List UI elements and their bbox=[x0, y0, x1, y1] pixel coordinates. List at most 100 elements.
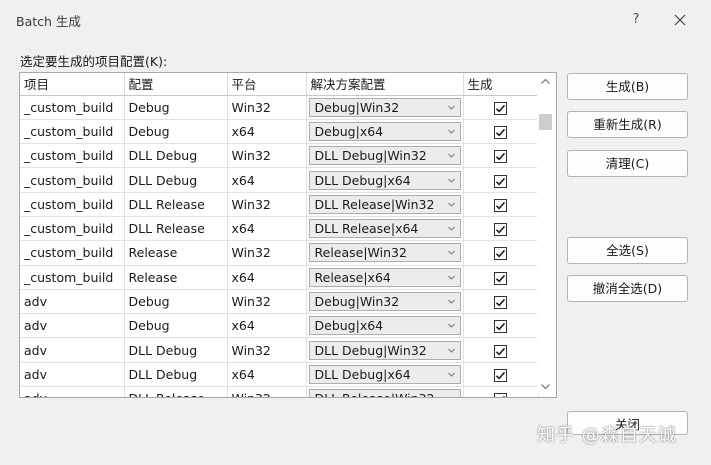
build-cell bbox=[463, 265, 539, 290]
solution-config-cell: Debug|x64 bbox=[306, 313, 464, 339]
solution-config-dropdown[interactable]: DLL Debug|Win32 bbox=[308, 340, 461, 360]
build-cell bbox=[463, 313, 539, 339]
select-all-button[interactable]: 全选(S) bbox=[567, 237, 688, 264]
header-row: 项目 配置 平台 解决方案配置 生成 bbox=[20, 73, 539, 96]
table-row[interactable]: _custom_build Release Win32 Release|Win32 bbox=[20, 240, 539, 266]
solution-config-dropdown[interactable]: DLL Release|x64 bbox=[308, 219, 461, 239]
solution-config-cell: DLL Release|Win32 bbox=[306, 192, 464, 217]
solution-config-dropdown[interactable]: Release|x64 bbox=[308, 267, 461, 287]
build-cell bbox=[463, 240, 539, 266]
column-header-project[interactable]: 项目 bbox=[20, 73, 125, 96]
column-header-build[interactable]: 生成 bbox=[463, 73, 539, 96]
config-cell: DLL Debug bbox=[124, 337, 228, 363]
solution-config-value: DLL Release|Win32 bbox=[315, 391, 435, 397]
chevron-down-icon[interactable] bbox=[447, 220, 456, 237]
solution-config-dropdown[interactable]: DLL Debug|Win32 bbox=[308, 146, 461, 166]
chevron-down-icon[interactable] bbox=[447, 244, 456, 261]
chevron-down-icon[interactable] bbox=[447, 342, 456, 359]
table-row[interactable]: _custom_build Debug Win32 Debug|Win32 bbox=[20, 95, 539, 120]
build-cell bbox=[463, 119, 539, 145]
solution-config-cell: Release|Win32 bbox=[306, 240, 464, 266]
config-cell: Debug bbox=[124, 313, 228, 339]
solution-config-dropdown[interactable]: DLL Release|Win32 bbox=[308, 389, 461, 397]
rebuild-button[interactable]: 重新生成(R) bbox=[567, 111, 688, 138]
build-checkbox[interactable] bbox=[494, 296, 507, 310]
platform-cell: x64 bbox=[227, 119, 307, 145]
solution-config-dropdown[interactable]: Debug|Win32 bbox=[308, 292, 461, 312]
solution-config-value: DLL Debug|x64 bbox=[314, 366, 411, 382]
build-checkbox[interactable] bbox=[494, 247, 507, 261]
solution-config-value: DLL Release|x64 bbox=[314, 221, 419, 237]
build-checkbox[interactable] bbox=[494, 223, 507, 237]
table-row[interactable]: adv DLL Debug Win32 DLL Debug|Win32 bbox=[20, 337, 539, 363]
build-checkbox[interactable] bbox=[494, 150, 507, 164]
table-row[interactable]: _custom_build Release x64 Release|x64 bbox=[20, 265, 539, 290]
build-checkbox[interactable] bbox=[494, 125, 507, 139]
chevron-down-icon[interactable] bbox=[447, 147, 456, 164]
help-button[interactable]: ? bbox=[626, 10, 646, 30]
table-row[interactable]: _custom_build Debug x64 Debug|x64 bbox=[20, 119, 539, 145]
platform-cell: Win32 bbox=[227, 289, 307, 315]
build-checkbox[interactable] bbox=[494, 101, 507, 115]
solution-config-cell: Debug|Win32 bbox=[306, 289, 464, 315]
table-row[interactable]: adv Debug x64 Debug|x64 bbox=[20, 313, 539, 339]
build-checkbox[interactable] bbox=[494, 393, 507, 397]
chevron-down-icon[interactable] bbox=[447, 390, 456, 397]
build-checkbox[interactable] bbox=[494, 344, 507, 358]
chevron-down-icon[interactable] bbox=[447, 317, 456, 334]
scroll-up-icon[interactable] bbox=[537, 73, 554, 90]
config-cell: Debug bbox=[124, 119, 228, 145]
solution-config-dropdown[interactable]: Debug|x64 bbox=[308, 121, 461, 141]
build-checkbox[interactable] bbox=[494, 320, 507, 334]
chevron-down-icon[interactable] bbox=[447, 123, 456, 140]
close-icon[interactable] bbox=[670, 10, 690, 30]
column-header-platform[interactable]: 平台 bbox=[227, 73, 307, 96]
build-checkbox[interactable] bbox=[494, 271, 507, 285]
build-checkbox[interactable] bbox=[494, 174, 507, 188]
table-row[interactable]: _custom_build DLL Debug Win32 DLL Debug|Win… bbox=[20, 143, 539, 169]
build-cell bbox=[463, 167, 539, 193]
solution-config-dropdown[interactable]: Release|Win32 bbox=[308, 243, 461, 263]
solution-config-dropdown[interactable]: Debug|Win32 bbox=[308, 97, 461, 117]
scroll-thumb[interactable] bbox=[539, 114, 552, 130]
solution-config-dropdown[interactable]: DLL Debug|x64 bbox=[308, 170, 461, 190]
chevron-down-icon[interactable] bbox=[447, 366, 456, 383]
config-cell: DLL Release bbox=[124, 386, 228, 397]
config-cell: DLL Debug bbox=[124, 362, 228, 388]
solution-config-value: Debug|x64 bbox=[314, 123, 384, 139]
table-row[interactable]: _custom_build DLL Release x64 DLL Release|x… bbox=[20, 216, 539, 242]
build-checkbox[interactable] bbox=[494, 198, 507, 212]
platform-cell: Win32 bbox=[227, 192, 307, 217]
title-bar: Batch 生成 ? bbox=[0, 0, 711, 38]
vertical-scrollbar[interactable] bbox=[537, 73, 554, 395]
clean-button[interactable]: 清理(C) bbox=[567, 150, 688, 177]
chevron-down-icon[interactable] bbox=[447, 172, 456, 189]
solution-config-dropdown[interactable]: Debug|x64 bbox=[308, 316, 461, 336]
scroll-down-icon[interactable] bbox=[537, 378, 554, 395]
column-header-solution-config[interactable]: 解决方案配置 bbox=[306, 73, 464, 96]
solution-config-value: Debug|x64 bbox=[314, 318, 384, 334]
solution-config-dropdown[interactable]: DLL Release|Win32 bbox=[308, 194, 461, 214]
build-cell bbox=[463, 362, 539, 388]
solution-config-value: Debug|Win32 bbox=[314, 99, 400, 115]
project-cell: _custom_build bbox=[20, 265, 125, 290]
build-checkbox[interactable] bbox=[494, 368, 507, 382]
chevron-down-icon[interactable] bbox=[447, 293, 456, 310]
platform-cell: Win32 bbox=[227, 95, 307, 120]
build-button[interactable]: 生成(B) bbox=[567, 73, 688, 100]
chevron-down-icon[interactable] bbox=[447, 269, 456, 286]
table-row[interactable]: advDLL ReleaseWin32 DLL Release|Win32 bbox=[20, 386, 539, 397]
chevron-down-icon[interactable] bbox=[447, 99, 456, 116]
solution-config-cell: Debug|x64 bbox=[306, 119, 464, 145]
table-row[interactable]: _custom_build DLL Release Win32 DLL Release… bbox=[20, 192, 539, 217]
table-row[interactable]: _custom_build DLL Debug x64 DLL Debug|x64 bbox=[20, 167, 539, 193]
project-config-grid[interactable]: 项目 配置 平台 解决方案配置 生成 _custom_build Debug Win… bbox=[19, 72, 557, 398]
table-row[interactable]: adv Debug Win32 Debug|Win32 bbox=[20, 289, 539, 315]
platform-cell: x64 bbox=[227, 167, 307, 193]
column-header-config[interactable]: 配置 bbox=[124, 73, 228, 96]
table-row[interactable]: adv DLL Debug x64 DLL Debug|x64 bbox=[20, 362, 539, 388]
platform-cell: Win32 bbox=[227, 240, 307, 266]
chevron-down-icon[interactable] bbox=[447, 196, 456, 213]
deselect-all-button[interactable]: 撤消全选(D) bbox=[567, 275, 688, 302]
solution-config-dropdown[interactable]: DLL Debug|x64 bbox=[308, 364, 461, 384]
